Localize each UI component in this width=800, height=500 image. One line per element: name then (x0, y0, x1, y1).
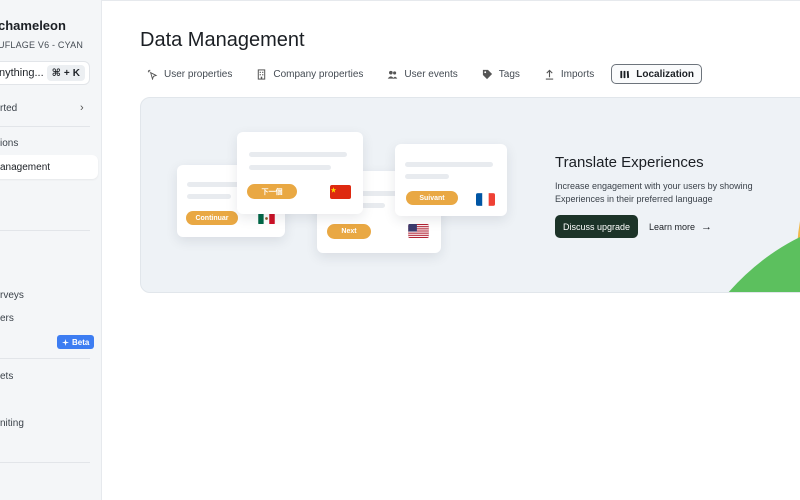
shortcut-plus: + (63, 67, 70, 79)
tag-icon (482, 69, 492, 79)
discuss-upgrade-button[interactable]: Discuss upgrade (555, 215, 639, 238)
tab-label: Imports (560, 68, 595, 80)
decorative-shapes (728, 221, 800, 292)
illustration-card-french: Suivant (395, 144, 507, 216)
tab-label: Localization (636, 68, 695, 80)
sidebar-item-integrations[interactable]: ions (0, 138, 18, 149)
promo-title: Translate Experiences (555, 154, 704, 171)
tab-localization[interactable]: Localization (611, 64, 703, 84)
us-flag-icon (408, 224, 429, 238)
tab-label: User properties (164, 68, 233, 80)
workspace-name[interactable]: chameleon (0, 18, 66, 33)
placeholder-line (249, 165, 331, 170)
illustration-card-chinese: 下一個 (237, 132, 363, 214)
tab-tags[interactable]: Tags (475, 64, 527, 84)
tab-user-properties[interactable]: User properties (140, 64, 239, 84)
sidebar-item-rate-limiting[interactable]: niting (0, 418, 24, 429)
france-flag-icon (476, 193, 495, 206)
cursor-click-icon (147, 69, 158, 80)
tab-label: Company properties (273, 68, 364, 80)
learn-more-link[interactable]: Learn more → (649, 215, 712, 238)
sidebar-item-data-management[interactable]: anagement (0, 155, 98, 179)
upload-icon (545, 69, 554, 80)
environment-label: UFLAGE V6 - CYAN (0, 40, 84, 50)
sidebar-item-launchers[interactable]: ers (0, 313, 14, 324)
users-icon (388, 70, 398, 79)
sidebar-item-widgets[interactable]: ets (0, 371, 13, 382)
k-key: K (72, 67, 80, 79)
china-flag-icon (330, 185, 351, 199)
sidebar-divider (0, 462, 90, 463)
main-content: Data Management User properties Company … (102, 0, 800, 500)
sidebar-divider (0, 358, 90, 359)
sidebar-item-getting-started[interactable]: rted (0, 103, 17, 114)
command-key: ⌘ (51, 67, 61, 79)
tab-imports[interactable]: Imports (537, 64, 601, 84)
building-icon (258, 68, 266, 80)
beta-label: Beta (72, 337, 90, 347)
sparkle-icon (62, 338, 69, 346)
placeholder-line (187, 194, 231, 199)
arrow-right-icon: → (701, 220, 713, 233)
mexico-flag-icon (258, 213, 275, 224)
tab-company-properties[interactable]: Company properties (249, 64, 370, 84)
placeholder-line (405, 162, 493, 167)
illustration-next-button-chinese: 下一個 (247, 184, 297, 199)
localization-upgrade-banner: Continuar Next 下一個 Suivant Translate Exp… (140, 97, 800, 293)
chevron-right-icon[interactable]: › (80, 102, 84, 114)
placeholder-line (249, 152, 347, 157)
sidebar-item-label: anagement (0, 161, 51, 173)
sidebar-divider (0, 230, 90, 231)
tab-bar: User properties Company properties User … (140, 64, 712, 84)
search-placeholder: nything... (0, 67, 44, 79)
tab-user-events[interactable]: User events (380, 64, 464, 84)
sidebar-item-surveys[interactable]: rveys (0, 290, 24, 301)
localization-icon (620, 70, 630, 78)
placeholder-line (405, 174, 449, 179)
tab-label: Tags (498, 68, 520, 80)
page-title: Data Management (140, 29, 305, 51)
tab-label: User events (404, 68, 458, 80)
beta-badge: Beta (57, 335, 95, 349)
learn-more-label: Learn more (649, 221, 696, 232)
sidebar-divider (0, 126, 90, 127)
illustration-continue-button: Continuar (186, 211, 238, 225)
illustration-next-button: Next (327, 224, 371, 239)
search-bar[interactable]: nything... ⌘ + K (0, 61, 90, 85)
search-shortcut: ⌘ + K (46, 65, 85, 81)
illustration-next-button-french: Suivant (406, 191, 458, 205)
sidebar: chameleon UFLAGE V6 - CYAN nything... ⌘ … (0, 0, 102, 500)
